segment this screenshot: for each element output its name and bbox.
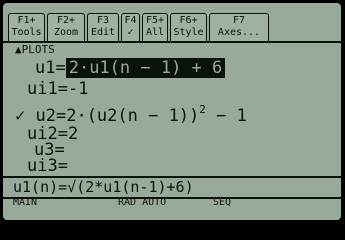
ui2-value: 2 (67, 124, 79, 144)
style-label: Style (173, 27, 204, 38)
u1-label: u1= (35, 58, 66, 78)
check-icon: ✓ (127, 27, 134, 38)
tab-axes[interactable]: F7 Axes... (209, 13, 269, 41)
all-label: All (145, 27, 165, 38)
axes-label: Axes... (217, 27, 261, 38)
status-mode: MAIN (13, 197, 38, 208)
ui1-label: ui1= (27, 79, 68, 99)
ui3-label: ui3= (27, 156, 68, 176)
u2-expression: 2·(u2(n − 1))2 − 1 (66, 103, 247, 126)
f7-key: F7 (232, 15, 246, 26)
tab-zoom[interactable]: F2+ Zoom (47, 13, 85, 41)
u2-check-icon: ✓ (15, 106, 26, 126)
function-key-toolbar: F1+ Tools F2+ Zoom F3 Edit F4 ✓ F5+ All F6+ St… (8, 13, 269, 42)
tab-style[interactable]: F6+ Style (170, 13, 207, 41)
edit-label: Edit (90, 27, 116, 38)
plots-header[interactable]: ▲PLOTS (15, 43, 55, 56)
sequence-ui1-row[interactable]: ui1=-1 (27, 79, 88, 99)
f6-key: F6+ (179, 15, 198, 26)
u2-exponent: 2 (199, 103, 206, 116)
status-graph: SEQ (213, 197, 232, 208)
f1-key: F1+ (17, 15, 36, 26)
tab-select[interactable]: F4 ✓ (121, 13, 140, 41)
status-angle: RAD AUTO (118, 197, 167, 208)
f2-key: F2+ (56, 15, 76, 26)
command-line-input[interactable]: u1(n)=√(2*u1(n-1)+6) (3, 176, 341, 199)
sequence-u1-row[interactable]: u1= 2·u1(n − 1) + 6 (35, 58, 226, 78)
u2-label: u2= (35, 106, 67, 126)
status-bar: MAIN RAD AUTO SEQ (13, 197, 333, 208)
sequence-u2-row[interactable]: ✓ u2=2·(u2(n − 1))2 − 1 (15, 103, 247, 126)
sequence-ui3-row[interactable]: ui3= (27, 156, 68, 176)
zoom-label: Zoom (53, 27, 79, 38)
tools-label: Tools (11, 27, 42, 38)
f4-key: F4 (124, 15, 137, 26)
tab-all[interactable]: F5+ All (142, 13, 168, 41)
tab-edit[interactable]: F3 Edit (87, 13, 119, 41)
u1-expression[interactable]: 2·u1(n − 1) + 6 (65, 58, 226, 78)
tab-tools[interactable]: F1+ Tools (8, 13, 45, 41)
f5-key: F5+ (145, 15, 165, 26)
f3-key: F3 (96, 15, 110, 26)
ui1-value: -1 (67, 79, 89, 99)
calculator-screen: F1+ Tools F2+ Zoom F3 Edit F4 ✓ F5+ All F6+ St… (3, 3, 341, 220)
